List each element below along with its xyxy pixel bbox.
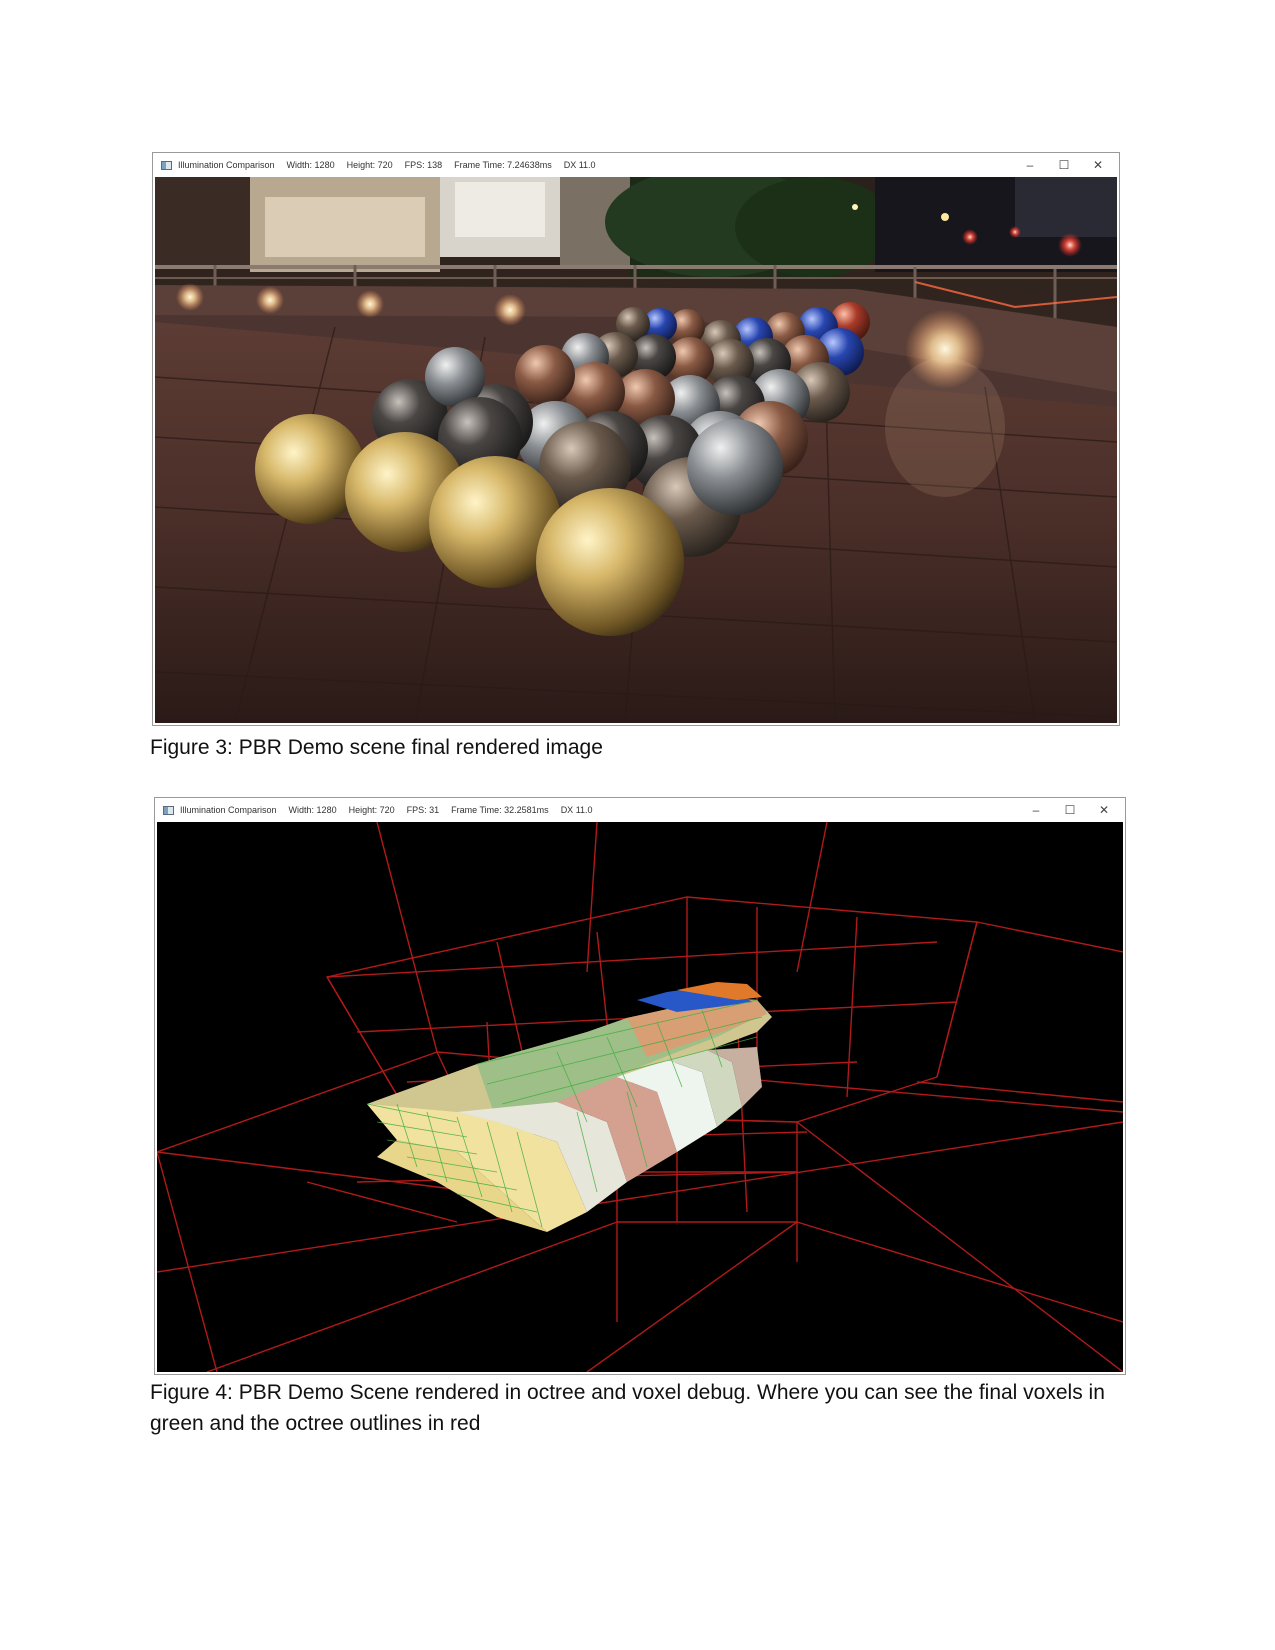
maximize-button[interactable]: ☐	[1047, 153, 1081, 177]
dx-version: DX 11.0	[560, 805, 593, 815]
width-readout: Width: 1280	[288, 805, 337, 815]
window-title: Illumination Comparison	[180, 805, 277, 815]
frame-time-readout: Frame Time: 7.24638ms	[454, 160, 552, 170]
width-readout: Width: 1280	[286, 160, 335, 170]
figure-3-window: Illumination Comparison Width: 1280 Heig…	[152, 152, 1120, 726]
fps-readout: FPS: 138	[404, 160, 443, 170]
window-titlebar: Illumination Comparison Width: 1280 Heig…	[155, 798, 1125, 822]
height-readout: Height: 720	[348, 805, 395, 815]
window-title: Illumination Comparison	[178, 160, 275, 170]
render-viewport	[157, 822, 1123, 1372]
minimize-button[interactable]: –	[1013, 153, 1047, 177]
octree-voxel-debug-scene	[157, 822, 1123, 1372]
figure-3-caption: Figure 3: PBR Demo scene final rendered …	[150, 736, 603, 759]
close-button[interactable]: ✕	[1087, 798, 1121, 822]
app-icon	[161, 160, 172, 170]
figure-4-caption: Figure 4: PBR Demo Scene rendered in oct…	[150, 1381, 1105, 1435]
dx-version: DX 11.0	[563, 160, 596, 170]
figure-4-window: Illumination Comparison Width: 1280 Heig…	[154, 797, 1126, 1375]
fps-readout: FPS: 31	[406, 805, 440, 815]
app-icon	[163, 805, 174, 815]
minimize-button[interactable]: –	[1019, 798, 1053, 822]
window-titlebar: Illumination Comparison Width: 1280 Heig…	[153, 153, 1119, 177]
frame-time-readout: Frame Time: 32.2581ms	[451, 805, 549, 815]
close-button[interactable]: ✕	[1081, 153, 1115, 177]
maximize-button[interactable]: ☐	[1053, 798, 1087, 822]
render-viewport	[155, 177, 1117, 723]
height-readout: Height: 720	[346, 160, 393, 170]
pbr-render-scene	[155, 177, 1117, 723]
